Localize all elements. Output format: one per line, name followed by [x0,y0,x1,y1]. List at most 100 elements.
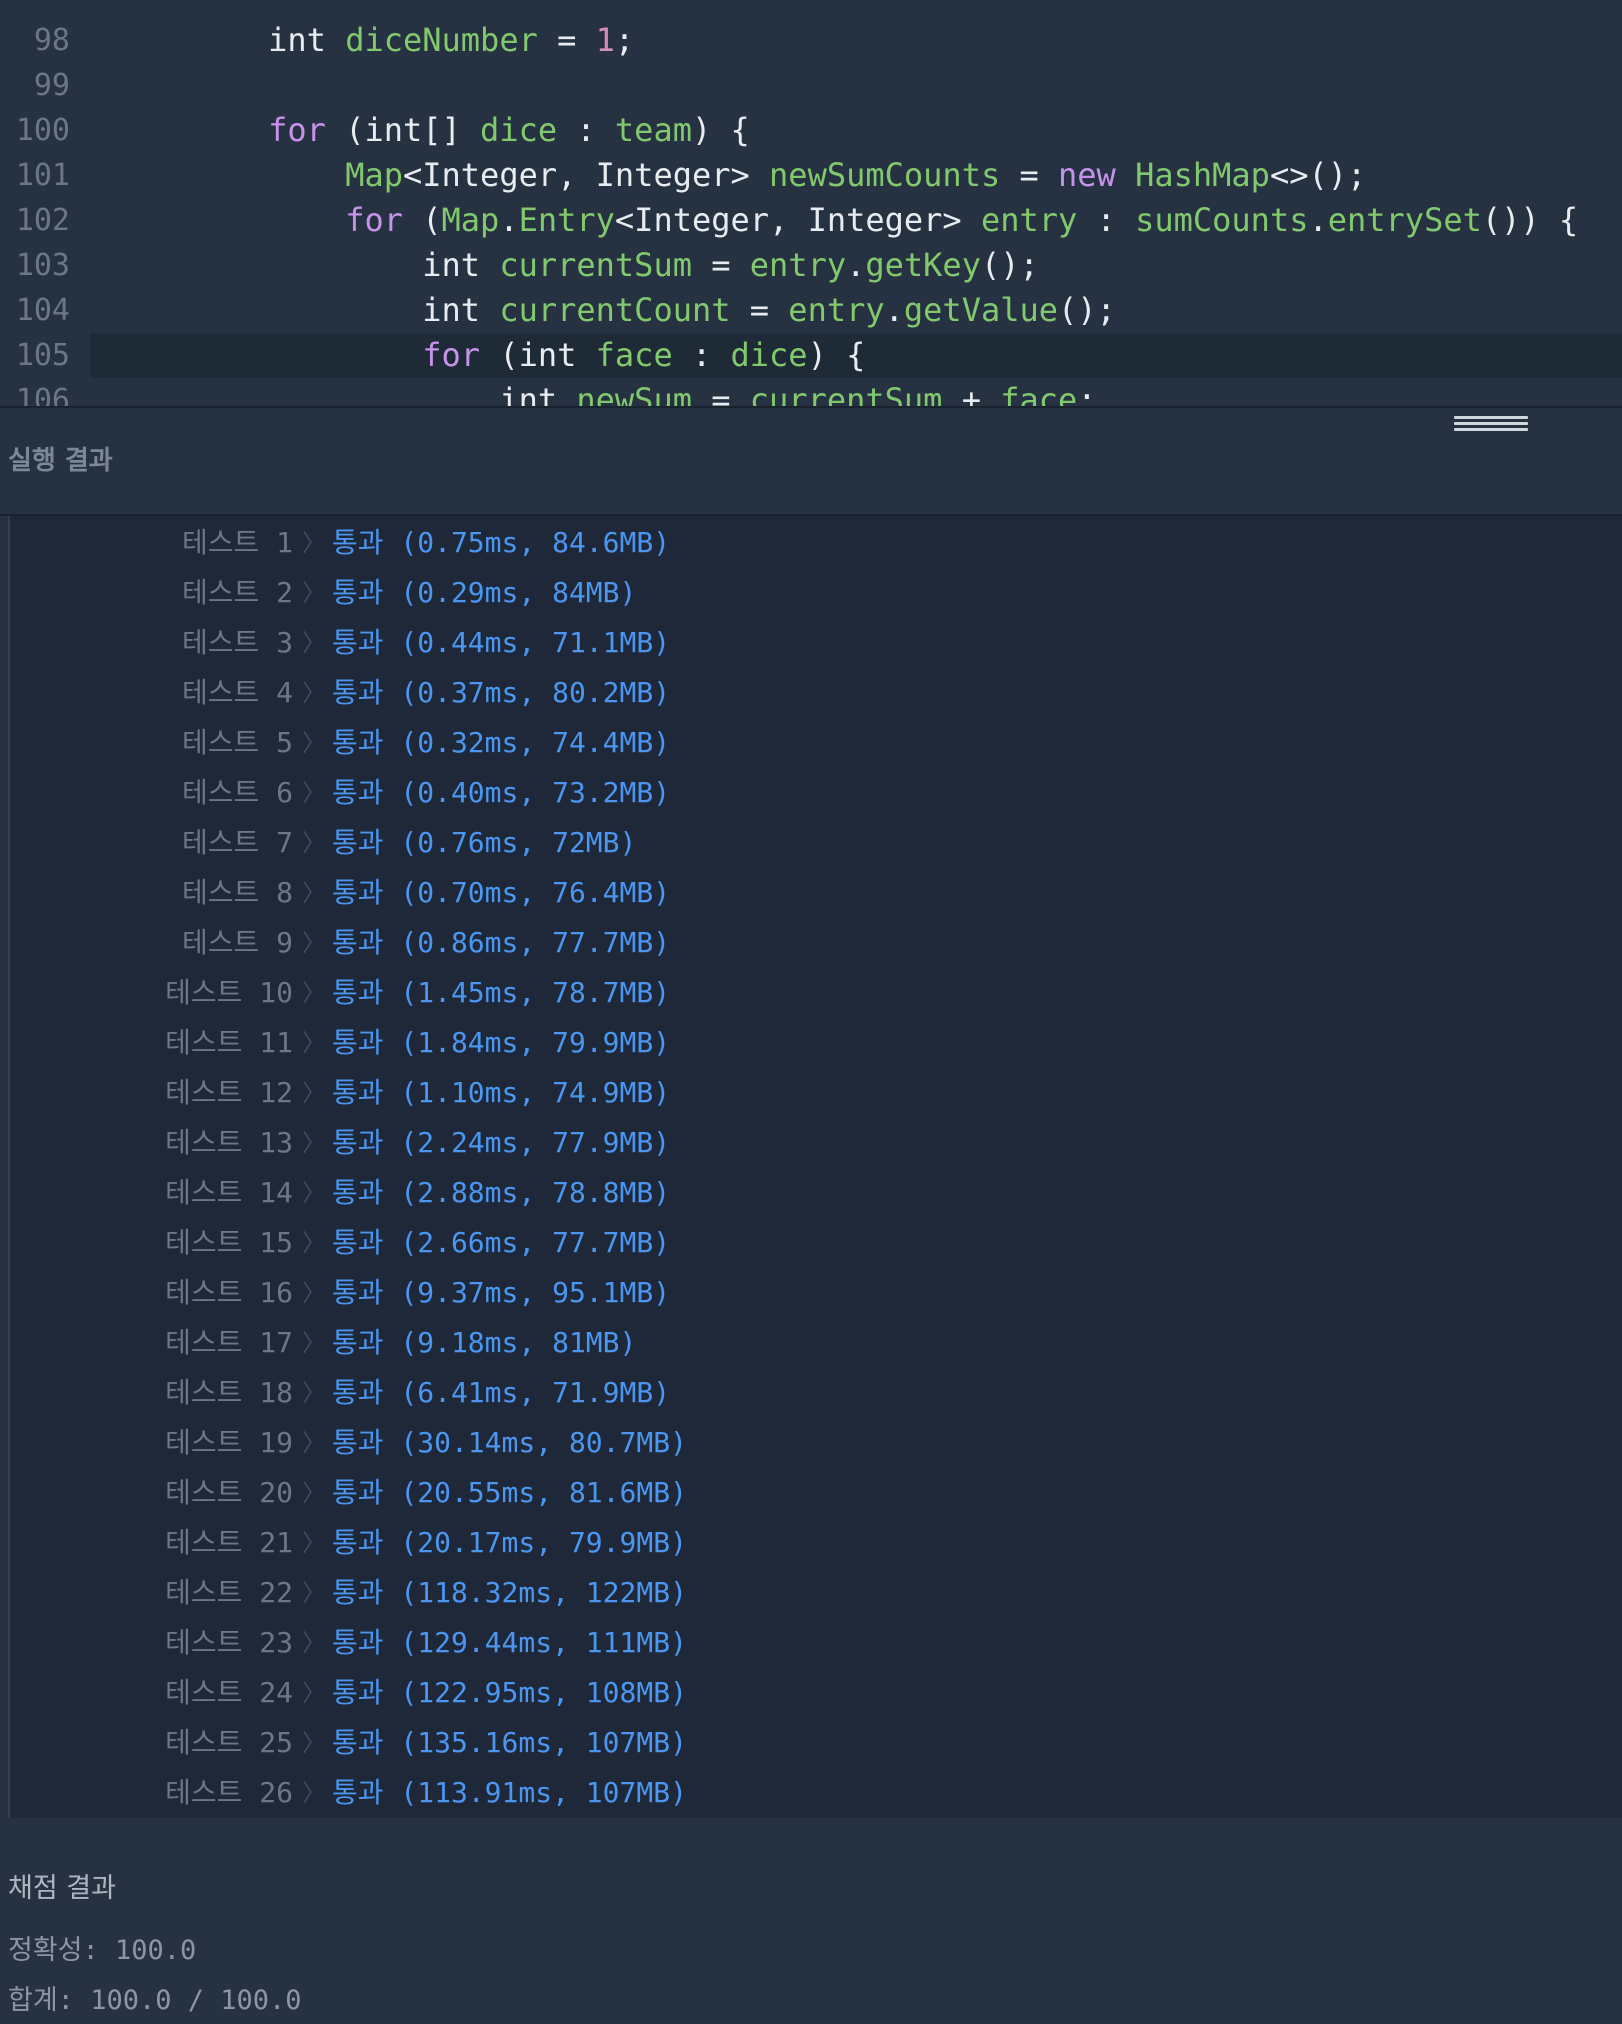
test-label: 테스트 20 [165,1476,293,1509]
chevron-right-icon: 〉 [302,1029,326,1057]
test-result-row[interactable]: 테스트 21 〉 통과 (20.17ms, 79.9MB) [10,1518,1610,1568]
code-token: ) { [691,111,750,149]
chevron-right-icon: 〉 [302,679,326,707]
test-label: 테스트 1 [182,526,293,559]
test-pass-result: 통과 (0.75ms, 84.6MB) [332,526,671,559]
test-result-row[interactable]: 테스트 8 〉 통과 (0.70ms, 76.4MB) [10,868,1610,918]
test-pass-result: 통과 (2.66ms, 77.7MB) [332,1226,671,1259]
test-result-row[interactable]: 테스트 26 〉 통과 (113.91ms, 107MB) [10,1768,1610,1818]
test-result-row[interactable]: 테스트 2 〉 통과 (0.29ms, 84MB) [10,568,1610,618]
code-token: ( [402,201,442,239]
test-label: 테스트 16 [165,1276,293,1309]
test-result-row[interactable]: 테스트 19 〉 통과 (30.14ms, 80.7MB) [10,1418,1610,1468]
test-result-row[interactable]: 테스트 6 〉 통과 (0.40ms, 73.2MB) [10,768,1610,818]
chevron-right-icon: 〉 [302,1279,326,1307]
test-label: 테스트 8 [182,876,293,909]
total-score: 합계: 100.0 / 100.0 [8,1985,302,2016]
code-line[interactable]: 102 for (Map.Entry<Integer, Integer> ent… [0,198,1622,243]
test-result-row[interactable]: 테스트 1 〉 통과 (0.75ms, 84.6MB) [10,518,1610,568]
test-result-row[interactable]: 테스트 14 〉 통과 (2.88ms, 78.8MB) [10,1168,1610,1218]
panel-resize-handle[interactable] [1454,414,1528,434]
code-line[interactable]: 100 for (int[] dice : team) { [0,108,1622,153]
line-number: 100 [15,113,70,148]
test-result-row[interactable]: 테스트 3 〉 통과 (0.44ms, 71.1MB) [10,618,1610,668]
test-result-row[interactable]: 테스트 17 〉 통과 (9.18ms, 81MB) [10,1318,1610,1368]
code-token: : [1077,201,1136,239]
code-editor[interactable]: 98 int diceNumber = 1; 99 100 for (int[] d… [0,0,1622,408]
code-token: int [422,291,481,329]
test-pass-result: 통과 (135.16ms, 107MB) [332,1726,687,1759]
code-line[interactable]: 104 int currentCount = entry.getValue(); [0,288,1622,333]
test-result-row[interactable]: 테스트 22 〉 통과 (118.32ms, 122MB) [10,1568,1610,1618]
code-token: entry [749,246,847,284]
code-token: int [268,21,326,59]
code-token: face [1000,381,1078,408]
chevron-right-icon: 〉 [302,1479,326,1507]
code-line[interactable]: 99 [0,63,1622,108]
test-result-row[interactable]: 테스트 13 〉 통과 (2.24ms, 77.9MB) [10,1118,1610,1168]
test-result-row[interactable]: 테스트 15 〉 통과 (2.66ms, 77.7MB) [10,1218,1610,1268]
test-pass-result: 통과 (122.95ms, 108MB) [332,1676,687,1709]
test-label: 테스트 26 [165,1776,293,1809]
test-label: 테스트 6 [182,776,293,809]
code-token: for [422,336,481,374]
code-token: face [595,336,673,374]
test-pass-result: 통과 (20.55ms, 81.6MB) [332,1476,687,1509]
test-result-row[interactable]: 테스트 4 〉 통과 (0.37ms, 80.2MB) [10,668,1610,718]
code-line[interactable]: 106 int newSum = currentSum + face; [0,378,1622,408]
chevron-right-icon: 〉 [302,1579,326,1607]
test-result-row[interactable]: 테스트 25 〉 통과 (135.16ms, 107MB) [10,1718,1610,1768]
test-pass-result: 통과 (118.32ms, 122MB) [332,1576,687,1609]
code-token: team [614,111,692,149]
code-token: = [730,291,789,329]
test-result-row[interactable]: 테스트 11 〉 통과 (1.84ms, 79.9MB) [10,1018,1610,1068]
chevron-right-icon: 〉 [302,579,326,607]
test-result-row[interactable]: 테스트 5 〉 통과 (0.32ms, 74.4MB) [10,718,1610,768]
test-label: 테스트 3 [182,626,293,659]
test-label: 테스트 12 [165,1076,293,1109]
test-result-row[interactable]: 테스트 9 〉 통과 (0.86ms, 77.7MB) [10,918,1610,968]
test-pass-result: 통과 (0.29ms, 84MB) [332,576,637,609]
test-result-row[interactable]: 테스트 23 〉 통과 (129.44ms, 111MB) [10,1618,1610,1668]
test-result-row[interactable]: 테스트 10 〉 통과 (1.45ms, 78.7MB) [10,968,1610,1018]
code-text: for (int face : dice) { [114,333,865,378]
test-result-row[interactable]: 테스트 16 〉 통과 (9.37ms, 95.1MB) [10,1268,1610,1318]
code-line[interactable]: 103 int currentSum = entry.getKey(); [0,243,1622,288]
code-token: = [691,381,750,408]
test-pass-result: 통과 (1.45ms, 78.7MB) [332,976,671,1009]
test-result-row[interactable]: 테스트 18 〉 통과 (6.41ms, 71.9MB) [10,1368,1610,1418]
test-pass-result: 통과 (0.32ms, 74.4MB) [332,726,671,759]
test-pass-result: 통과 (0.40ms, 73.2MB) [332,776,671,809]
chevron-right-icon: 〉 [302,829,326,857]
test-label: 테스트 25 [165,1726,293,1759]
chevron-right-icon: 〉 [302,1229,326,1257]
code-line[interactable]: 101 Map<Integer, Integer> newSumCounts =… [0,153,1622,198]
test-result-row[interactable]: 테스트 7 〉 통과 (0.76ms, 72MB) [10,818,1610,868]
code-token: (); [980,246,1039,284]
chevron-right-icon: 〉 [302,1379,326,1407]
code-token: Entry [518,201,615,239]
test-label: 테스트 15 [165,1226,293,1259]
code-token: (int[] [325,111,481,149]
test-pass-result: 통과 (2.88ms, 78.8MB) [332,1176,671,1209]
code-line[interactable]: 98 int diceNumber = 1; [0,18,1622,63]
test-result-row[interactable]: 테스트 24 〉 통과 (122.95ms, 108MB) [10,1668,1610,1718]
line-number: 102 [15,203,70,238]
code-token: : [557,111,615,149]
test-result-row[interactable]: 테스트 12 〉 통과 (1.10ms, 74.9MB) [10,1068,1610,1118]
code-token: entry [980,201,1078,239]
test-label: 테스트 23 [165,1626,293,1659]
chevron-right-icon: 〉 [302,1779,326,1807]
test-pass-result: 통과 (9.37ms, 95.1MB) [332,1276,671,1309]
test-result-row[interactable]: 테스트 20 〉 통과 (20.55ms, 81.6MB) [10,1468,1610,1518]
run-result-list[interactable]: 테스트 1 〉 통과 (0.75ms, 84.6MB) 테스트 2 〉 통과 (0.29m… [8,516,1622,1820]
code-token: ; [1077,381,1097,408]
code-line[interactable]: 105 for (int face : dice) { [0,333,1622,378]
code-token: = [691,246,750,284]
